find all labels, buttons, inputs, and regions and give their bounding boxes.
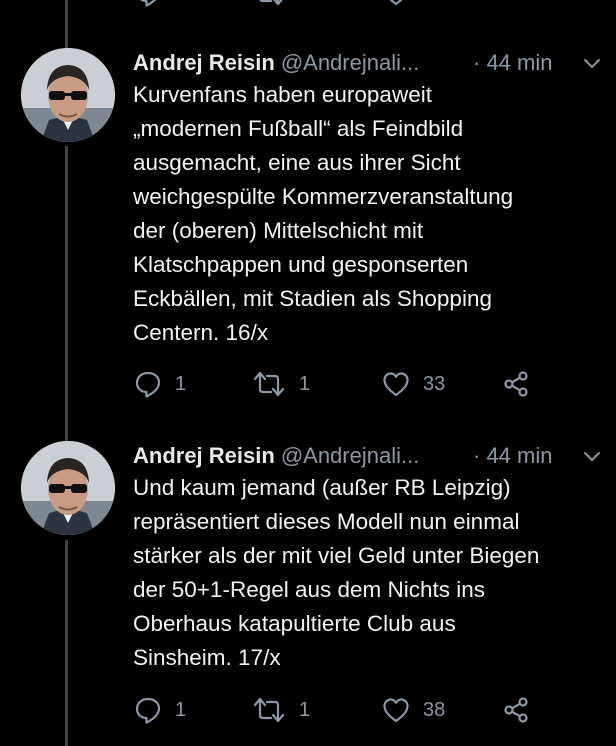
like-button[interactable] bbox=[381, 0, 411, 10]
author-handle[interactable]: @Andrejnali... bbox=[281, 443, 420, 468]
author-name[interactable]: Andrej Reisin bbox=[133, 443, 275, 468]
retweet-count: 1 bbox=[299, 698, 311, 721]
like-count: 38 bbox=[423, 698, 446, 721]
tweet-actions: 1 1 38 bbox=[133, 693, 603, 727]
timestamp[interactable]: · 44 min bbox=[473, 441, 552, 471]
tweet-header: Andrej Reisin @Andrejnali... · 44 min bbox=[133, 441, 603, 471]
tweet-actions: 1 1 33 bbox=[133, 367, 603, 401]
tweet-text: Kurvenfans haben europaweit „modernen Fu… bbox=[133, 82, 514, 345]
reply-icon bbox=[135, 371, 161, 398]
retweet-button[interactable] bbox=[251, 0, 287, 10]
like-count: 33 bbox=[423, 372, 446, 395]
reply-button[interactable]: 1 bbox=[133, 693, 186, 727]
heart-icon bbox=[383, 698, 409, 723]
reply-count: 1 bbox=[175, 698, 187, 721]
retweet-button[interactable]: 1 bbox=[251, 693, 310, 727]
retweet-icon bbox=[253, 697, 285, 723]
heart-icon bbox=[389, 0, 403, 6]
heart-icon bbox=[383, 372, 409, 397]
reply-button[interactable] bbox=[133, 0, 163, 10]
like-button[interactable]: 38 bbox=[381, 693, 445, 727]
tweet[interactable]: Andrej Reisin @Andrejnali... · 44 min Kur… bbox=[0, 48, 616, 408]
author-name[interactable]: Andrej Reisin bbox=[133, 50, 275, 75]
reply-count: 1 bbox=[175, 372, 187, 395]
share-icon bbox=[504, 371, 528, 397]
retweet-icon bbox=[259, 0, 283, 6]
retweet-count: 1 bbox=[299, 372, 311, 395]
chevron-down-icon[interactable] bbox=[581, 441, 603, 471]
chevron-down-icon[interactable] bbox=[581, 48, 603, 78]
tweet-text: Und kaum jemand (außer RB Leipzig) reprä… bbox=[133, 475, 540, 670]
retweet-icon bbox=[253, 371, 285, 397]
avatar[interactable] bbox=[21, 441, 115, 535]
tweet[interactable]: Andrej Reisin @Andrejnali... · 44 min Und… bbox=[0, 441, 616, 746]
retweet-button[interactable]: 1 bbox=[251, 367, 310, 401]
tweet-header: Andrej Reisin @Andrejnali... · 44 min bbox=[133, 48, 603, 78]
share-button[interactable] bbox=[501, 367, 531, 401]
like-button[interactable]: 33 bbox=[381, 367, 445, 401]
author-handle[interactable]: @Andrejnali... bbox=[281, 50, 420, 75]
share-button[interactable] bbox=[501, 693, 531, 727]
reply-icon bbox=[139, 0, 157, 7]
avatar[interactable] bbox=[21, 48, 115, 142]
previous-tweet-actions bbox=[133, 0, 603, 10]
timestamp[interactable]: · 44 min bbox=[473, 48, 552, 78]
thread-line bbox=[65, 0, 68, 48]
reply-button[interactable]: 1 bbox=[133, 367, 186, 401]
reply-icon bbox=[135, 697, 161, 724]
share-icon bbox=[504, 697, 528, 723]
